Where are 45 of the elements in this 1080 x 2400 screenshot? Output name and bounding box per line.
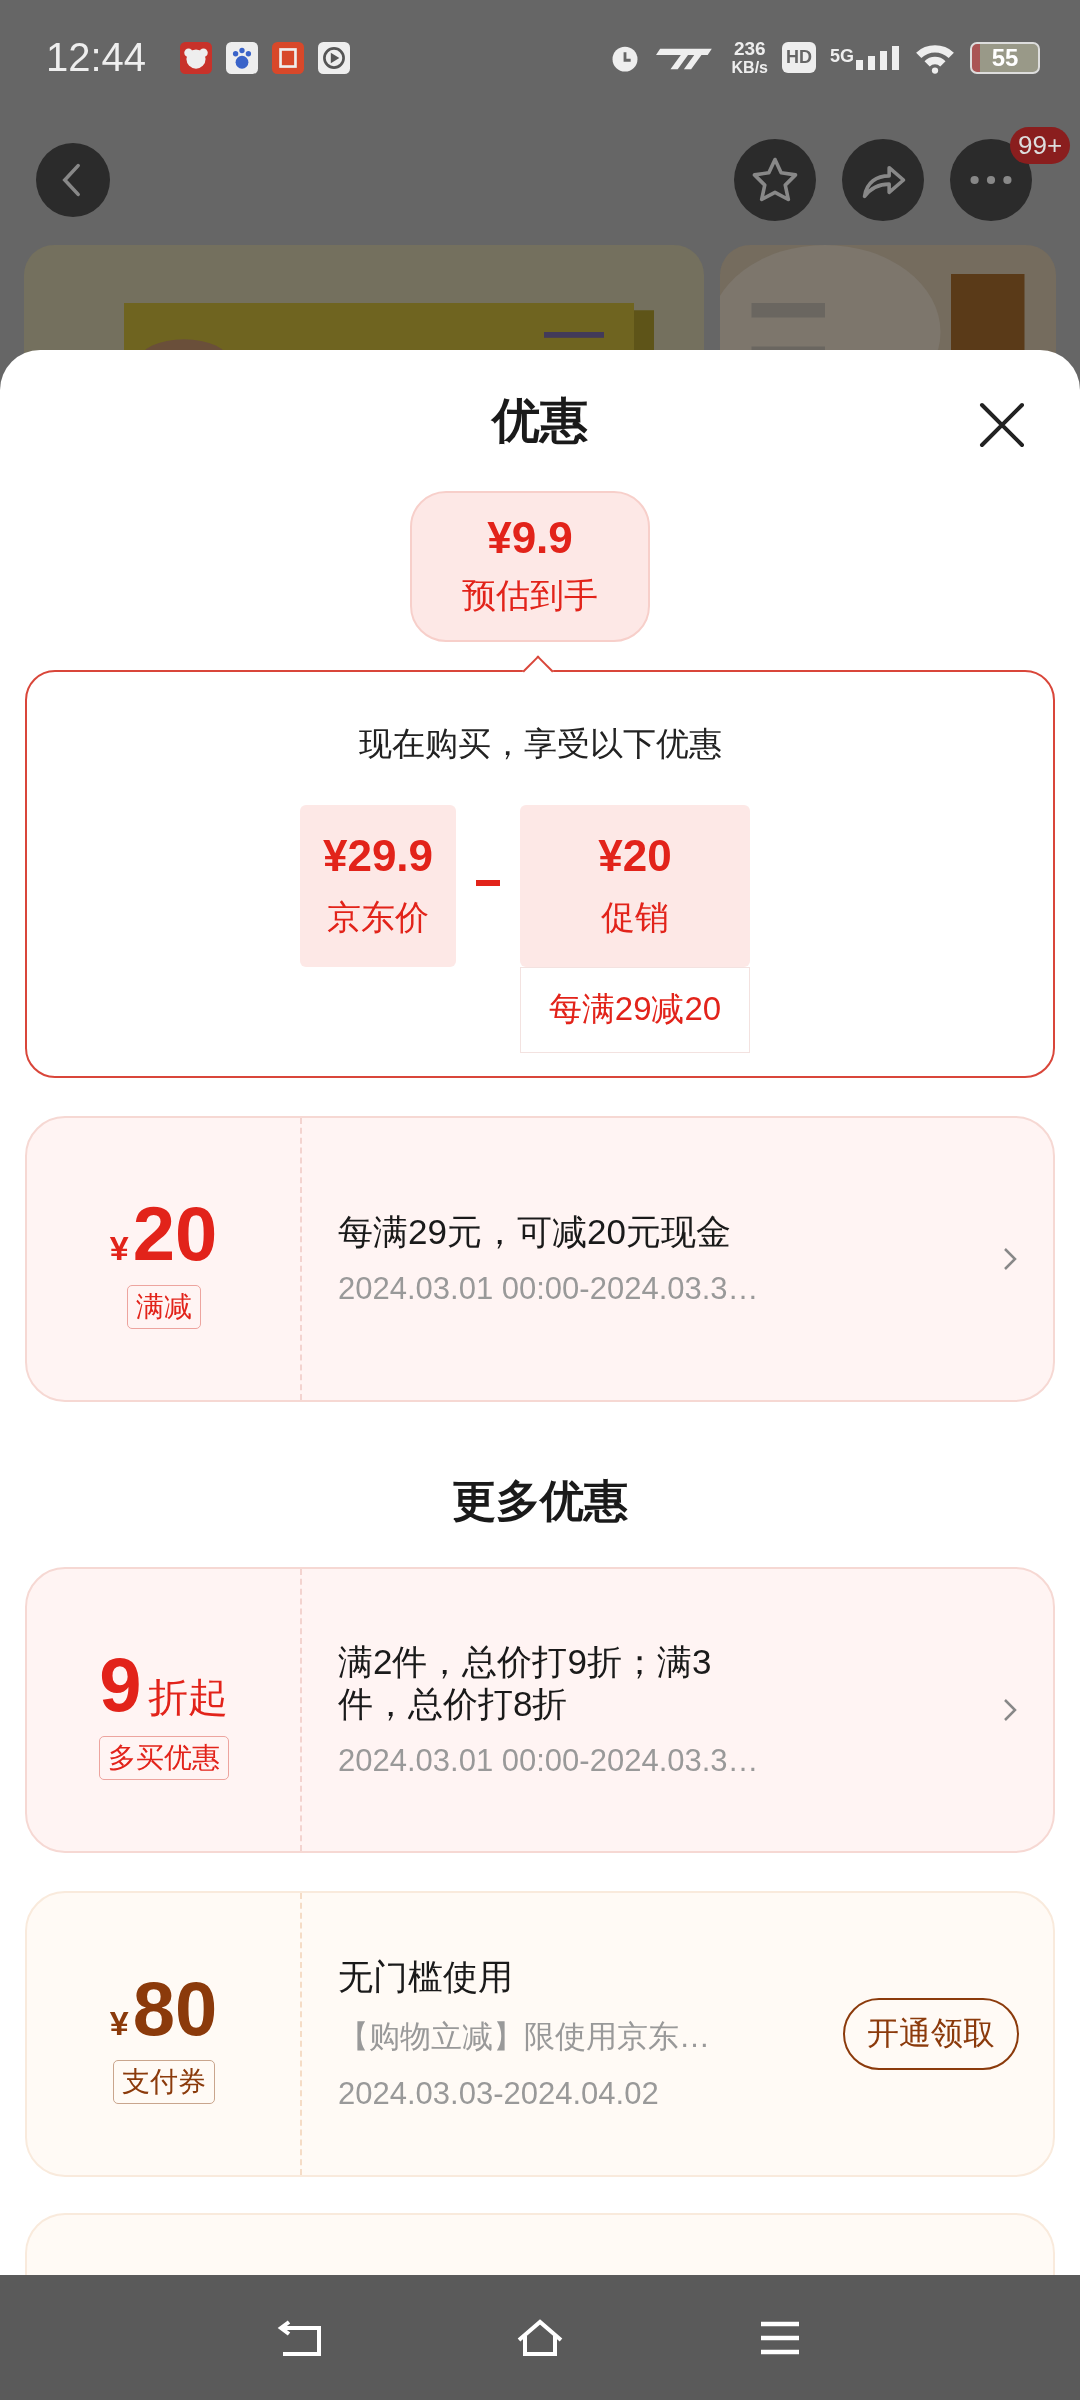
square-app-icon [272,41,305,74]
claim-button[interactable]: 开通领取 [843,1998,1019,2070]
estimated-price-label: 预估到手 [462,575,598,617]
home-icon[interactable] [515,2317,565,2358]
signal-icon [856,45,900,70]
estimated-price: ¥9.9 [487,513,573,564]
share-button[interactable] [842,139,924,221]
coupon-date: 2024.03.03-2024.04.02 [338,2076,660,2112]
status-time: 12:44 [46,35,147,80]
hd-badge: HD [782,42,816,73]
section-heading: 更多优惠 [452,1475,628,1527]
coupon-amount: ¥20 [109,1189,218,1277]
chevron-right-icon [1003,1698,1017,1722]
coupon-card[interactable]: 9 折起 多买优惠 满2件，总价打9折；满3件，总价打8折 2024.03.01 00:00-2024.03.3… [25,1567,1055,1853]
chevron-right-icon [1003,1247,1017,1271]
back-button[interactable] [36,143,110,217]
coupon-tag: 满减 [126,1284,201,1329]
price-label: 京东价 [327,896,429,938]
coupon-amount: 9 折起 [99,1640,228,1728]
favorite-button[interactable] [734,139,816,221]
minus-icon [476,879,500,886]
price-amount: ¥20 [598,830,672,881]
coupon-card[interactable]: ¥20 满减 每满29元，可减20元现金 2024.03.01 00:00-2024.03.3… [25,1116,1055,1402]
coupon-tag: 多买优惠 [98,1735,229,1780]
network-speed: 236 KB/s [731,38,768,77]
price-label: 促销 [601,896,669,938]
network-type: 5G [830,45,854,67]
dog-app-icon [180,41,213,74]
coupon-title: 满2件，总价打9折；满3件，总价打8折 [338,1641,713,1725]
play-app-icon [318,41,351,74]
coupon-subtitle: 【购物立减】限使用京东… [338,2018,711,2056]
notification-badge: 99+ [1010,127,1071,164]
coupon-title: 每满29元，可减20元现金 [338,1211,732,1253]
close-icon[interactable] [977,400,1027,450]
sheet-title: 优惠 [492,392,588,449]
battery-indicator: 55 [970,41,1040,74]
coupon-date: 2024.03.01 00:00-2024.03.3… [338,1743,760,1779]
breakdown-heading: 现在购买，享受以下优惠 [358,723,722,764]
price-amount: ¥29.9 [322,830,434,881]
coupon-amount: ¥80 [109,1964,218,2052]
coupon-date: 2024.03.01 00:00-2024.03.3… [338,1271,760,1307]
coupon-tag: 支付券 [112,2059,215,2104]
coupon-card[interactable]: ¥80 支付券 无门槛使用 【购物立减】限使用京东… 2024.03.03-2024.04.02 开通领取 [25,1891,1055,2177]
paw-app-icon [226,41,259,74]
coupon-title: 无门槛使用 [338,1956,514,1998]
